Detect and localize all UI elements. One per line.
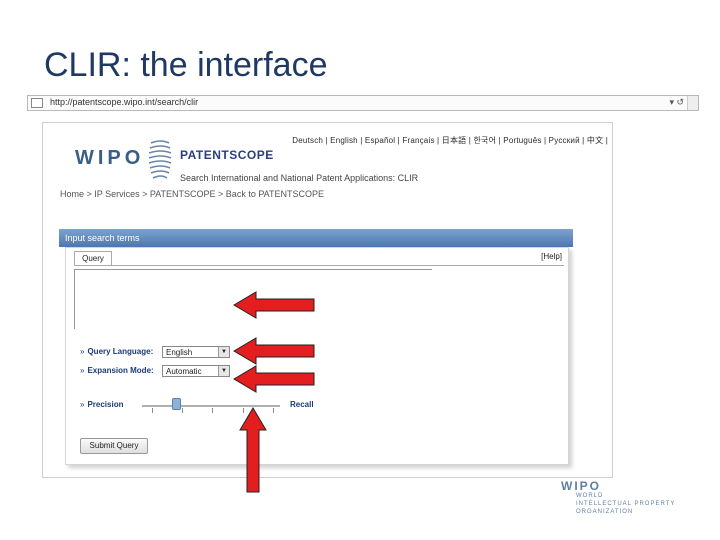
chevron-down-icon[interactable]: ▼ <box>218 366 229 376</box>
query-language-label: Query Language: <box>87 347 154 356</box>
breadcrumb[interactable]: Home > IP Services > PATENTSCOPE > Back … <box>60 189 324 199</box>
red-arrow-up-icon <box>239 407 267 493</box>
expansion-mode-row: » Expansion Mode: <box>80 366 154 375</box>
web-page: Deutsch | English | Español | Français |… <box>42 122 613 478</box>
footer-org-line: WORLD <box>576 493 604 499</box>
wipo-logo[interactable]: WIPO <box>75 147 144 170</box>
precision-label: Precision <box>87 400 124 409</box>
slide-title: CLIR: the interface <box>44 46 328 84</box>
expansion-mode-value: Automatic <box>166 367 202 376</box>
tab-query[interactable]: Query <box>74 251 112 266</box>
red-arrow-left-icon <box>233 365 315 393</box>
query-language-row: » Query Language: <box>80 347 153 356</box>
patentscope-title: PATENTSCOPE <box>180 148 274 162</box>
help-link[interactable]: [Help] <box>541 252 562 261</box>
footer-org-line: INTELLECTUAL PROPERTY <box>576 501 676 507</box>
query-language-value: English <box>166 348 193 357</box>
footer-org-line: ORGANIZATION <box>576 509 634 515</box>
bullet-arrow-icon: » <box>80 400 85 409</box>
chevron-down-icon[interactable]: ▼ <box>218 347 229 357</box>
red-arrow-left-icon <box>233 291 315 319</box>
recall-label: Recall <box>290 400 314 409</box>
precision-row: » Precision <box>80 400 123 409</box>
page-subtitle: Search International and National Patent… <box>180 173 419 183</box>
footer-wipo-logo: WIPO <box>561 479 601 493</box>
query-language-select[interactable]: English ▼ <box>162 346 230 358</box>
slider-tick <box>182 408 183 413</box>
expansion-mode-label: Expansion Mode: <box>87 366 154 375</box>
tab-divider <box>74 265 564 266</box>
red-arrow-left-icon <box>233 337 315 365</box>
expansion-mode-select[interactable]: Automatic ▼ <box>162 365 230 377</box>
language-links[interactable]: Deutsch | English | Español | Français |… <box>292 135 608 146</box>
page-icon <box>31 98 43 108</box>
bullet-arrow-icon: » <box>80 366 85 375</box>
slider-tick <box>273 408 274 413</box>
slider-tick <box>152 408 153 413</box>
footer-organization: WORLD INTELLECTUAL PROPERTY ORGANIZATION <box>576 492 706 516</box>
address-url[interactable]: http://patentscope.wipo.int/search/clir <box>50 97 198 107</box>
scrollbar[interactable] <box>687 96 698 110</box>
slider-thumb[interactable] <box>172 398 181 410</box>
bullet-arrow-icon: » <box>80 347 85 356</box>
submit-query-button[interactable]: Submit Query <box>80 438 148 454</box>
search-header: Input search terms <box>59 229 573 247</box>
search-panel: Query [Help] » Query Language: English ▼ … <box>65 247 569 465</box>
address-dropdown-icon[interactable]: ▾ ↺ <box>669 97 684 108</box>
address-bar[interactable]: http://patentscope.wipo.int/search/clir … <box>27 95 699 111</box>
slider-tick <box>212 408 213 413</box>
wipo-emblem-icon <box>148 140 172 179</box>
